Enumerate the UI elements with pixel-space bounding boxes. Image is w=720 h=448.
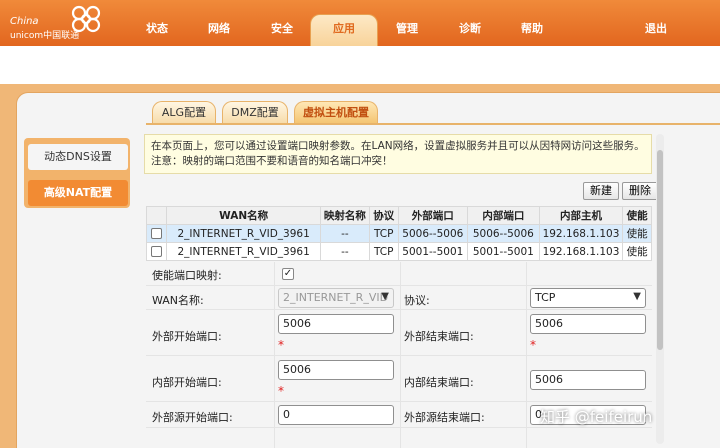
src-start-label: 外部源开始端口: [152,411,233,424]
nav-diagnostics[interactable]: 诊断 [459,20,481,36]
protocol-value: TCP [535,291,556,304]
cell-int: 5001--5001 [467,242,540,261]
scrollbar-thumb[interactable] [657,150,663,350]
nav-help[interactable]: 帮助 [521,20,543,36]
required-mark: * [278,384,284,398]
row-checkbox[interactable] [145,242,168,261]
info-box: 在本页面上，您可以通过设置端口映射参数。在LAN网络，设置虚拟服务并且可以从因特… [144,134,652,174]
wan-name-value: 2_INTERNET_R_VID [283,291,389,304]
int-end-label: 内部结束端口: [404,376,474,389]
chevron-down-icon: ▼ [381,291,389,302]
table-row[interactable]: 2_INTERNET_R_VID_3961 -- TCP 5006--5006 … [145,224,652,243]
int-start-input[interactable]: 5006 [278,360,394,380]
col-protocol: 协议 [368,206,399,225]
cell-ext: 5006--5006 [397,224,469,243]
col-ext-port: 外部端口 [397,206,469,225]
col-int-host: 内部主机 [538,206,624,225]
tab-underline [146,123,720,125]
enable-mapping-checkbox[interactable]: ✓ [282,268,294,280]
cell-wan: 2_INTERNET_R_VID_3961 [166,242,321,261]
header-band [0,46,720,84]
logo-text-china: China [10,16,39,27]
cell-host: 192.168.1.103 [538,224,624,243]
cell-enable: 使能 [622,224,652,243]
logout-link[interactable]: 退出 [645,20,667,36]
col-enable: 使能 [622,206,652,225]
col-wan-name: WAN名称 [166,206,321,225]
int-end-input[interactable]: 5006 [530,370,646,390]
cell-ext: 5001--5001 [397,242,469,261]
wan-name-label: WAN名称: [152,294,204,307]
ext-start-input[interactable]: 5006 [278,314,394,334]
cell-proto: TCP [368,242,399,261]
col-map-name: 映射名称 [319,206,370,225]
tab-dmz[interactable]: DMZ配置 [222,101,288,123]
src-end-label: 外部源结束端口: [404,411,485,424]
logo-text-unicom: unicom中国联通 [10,31,80,41]
cell-enable: 使能 [622,242,652,261]
cell-map: -- [319,224,370,243]
nav-status[interactable]: 状态 [146,20,168,36]
enable-mapping-label: 使能端口映射: [152,269,222,282]
nav-management[interactable]: 管理 [396,20,418,36]
delete-button[interactable]: 删除 [622,182,658,200]
table-header-row: WAN名称 映射名称 协议 外部端口 内部端口 内部主机 使能 [145,206,652,225]
tab-alg[interactable]: ALG配置 [152,101,216,123]
port-mapping-table: WAN名称 映射名称 协议 外部端口 内部端口 内部主机 使能 2_INTERN… [145,206,652,261]
cell-map: -- [319,242,370,261]
wan-name-select[interactable]: 2_INTERNET_R_VID ▼ [278,288,394,308]
new-button[interactable]: 新建 [583,182,619,200]
required-mark: * [530,338,536,352]
src-start-input[interactable]: 0 [278,405,394,425]
protocol-label: 协议: [404,294,430,307]
ext-end-label: 外部结束端口: [404,330,474,343]
col-int-port: 内部端口 [467,206,540,225]
info-line-1: 在本页面上，您可以通过设置端口映射参数。在LAN网络，设置虚拟服务并且可以从因特… [151,140,645,152]
nav-security[interactable]: 安全 [271,20,293,36]
sidebar-item-advanced-nat[interactable]: 高级NAT配置 [28,180,128,206]
top-header: China unicom中国联通 状态 网络 安全 应用 管理 诊断 帮助 退出 [0,0,720,46]
cell-int: 5006--5006 [467,224,540,243]
col-select [145,206,168,225]
ext-end-input[interactable]: 5006 [530,314,646,334]
tab-virtual-host[interactable]: 虚拟主机配置 [294,101,378,123]
sidebar-item-ddns[interactable]: 动态DNS设置 [28,144,128,170]
required-mark: * [278,338,284,352]
row-checkbox-box[interactable] [151,228,163,239]
chevron-down-icon: ▼ [633,291,641,302]
row-checkbox[interactable] [145,224,168,243]
int-start-label: 内部开始端口: [152,376,222,389]
nav-application[interactable]: 应用 [333,20,355,36]
cell-host: 192.168.1.103 [538,242,624,261]
table-row[interactable]: 2_INTERNET_R_VID_3961 -- TCP 5001--5001 … [145,242,652,261]
cell-proto: TCP [368,224,399,243]
unicom-logo: China unicom中国联通 [6,2,118,42]
row-checkbox-box[interactable] [151,246,163,257]
nav-network[interactable]: 网络 [208,20,230,36]
cell-wan: 2_INTERNET_R_VID_3961 [166,224,321,243]
ext-start-label: 外部开始端口: [152,330,222,343]
protocol-select[interactable]: TCP ▼ [530,288,646,308]
watermark-text: 知乎 @feifeirun [540,408,653,426]
info-line-2: 注意：映射的端口范围不要和语音的知名端口冲突！ [151,155,393,167]
